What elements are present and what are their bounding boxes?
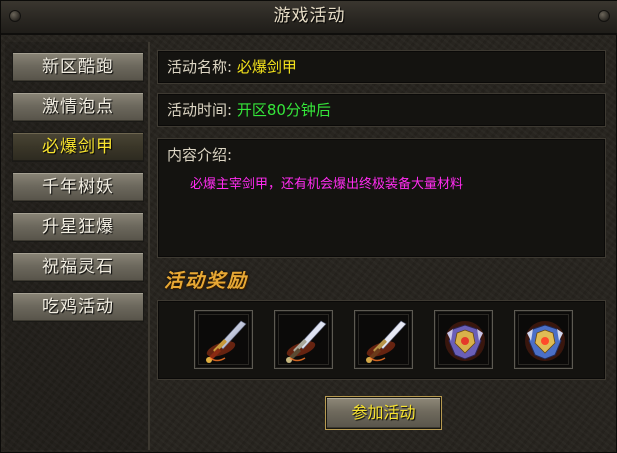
activity-name-panel: 活动名称: 必爆剑甲 — [157, 50, 606, 84]
sidebar-item-battle-royale[interactable]: 吃鸡活动 — [12, 292, 144, 322]
reward-slot[interactable] — [274, 310, 333, 369]
sword-icon — [286, 320, 327, 363]
sidebar-item-blessing-stone[interactable]: 祝福灵石 — [12, 252, 144, 282]
sidebar-item-new-server-run[interactable]: 新区酷跑 — [12, 52, 144, 82]
sword-icon — [366, 320, 407, 363]
armor-icon — [525, 321, 565, 361]
reward-slot[interactable] — [514, 310, 573, 369]
activity-window: 游戏活动 新区酷跑 激情泡点 必爆剑甲 千年树妖 升星狂爆 祝福灵石 吃鸡活动 … — [0, 0, 617, 453]
activity-name-value: 必爆剑甲 — [236, 58, 297, 76]
activity-intro-label: 内容介绍: — [167, 146, 233, 164]
sword-icon — [206, 320, 247, 363]
activity-sidebar: 新区酷跑 激情泡点 必爆剑甲 千年树妖 升星狂爆 祝福灵石 吃鸡活动 — [5, 42, 150, 450]
activity-time-value: 开区80分钟后 — [236, 101, 331, 119]
activity-intro-panel: 内容介绍: 必爆主宰剑甲，还有机会爆出终极装备大量材料 — [157, 138, 606, 258]
activity-intro-text: 必爆主宰剑甲，还有机会爆出终极装备大量材料 — [190, 177, 464, 192]
join-activity-button[interactable]: 参加活动 — [326, 397, 441, 429]
sidebar-item-star-upgrade-burst[interactable]: 升星狂爆 — [12, 212, 144, 242]
activity-time-panel: 活动时间: 开区80分钟后 — [157, 93, 606, 127]
activity-name-label: 活动名称: — [167, 58, 233, 76]
reward-slot[interactable] — [354, 310, 413, 369]
title-bar[interactable]: 游戏活动 — [1, 1, 617, 35]
reward-slot[interactable] — [434, 310, 493, 369]
sidebar-item-thousand-year-tree-demon[interactable]: 千年树妖 — [12, 172, 144, 202]
activity-time-label: 活动时间: — [167, 101, 233, 119]
activity-time-row: 活动时间: 开区80分钟后 — [167, 94, 331, 127]
sidebar-item-passion-afk[interactable]: 激情泡点 — [12, 92, 144, 122]
reward-heading: 活动奖励 — [164, 270, 249, 292]
armor-icon — [445, 321, 485, 361]
activity-name-row: 活动名称: 必爆剑甲 — [167, 51, 297, 84]
reward-slot[interactable] — [194, 310, 253, 369]
window-title: 游戏活动 — [273, 6, 346, 26]
sidebar-item-guaranteed-sword-armor[interactable]: 必爆剑甲 — [12, 132, 144, 162]
